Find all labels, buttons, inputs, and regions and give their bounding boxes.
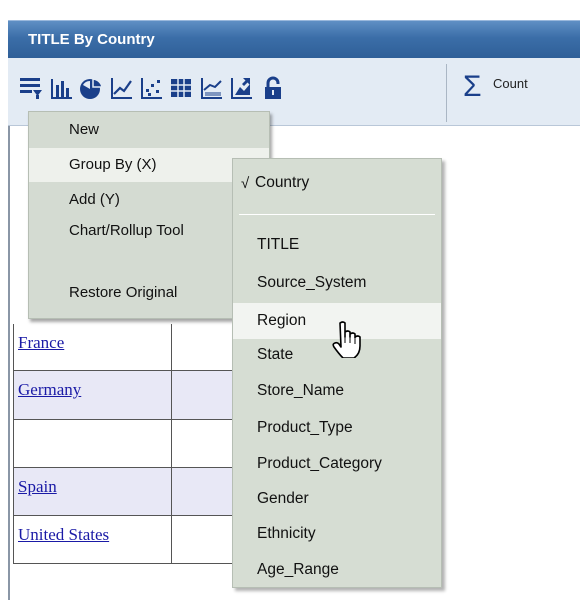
row-link-united-states[interactable]: United States [18,525,109,545]
table-row: United States [13,516,258,564]
scatter-chart-icon[interactable] [138,74,164,102]
submenu-item-product-category[interactable]: Product_Category [233,454,441,474]
hand-cursor-icon [330,320,364,363]
window-titlebar: TITLE By Country [8,20,580,58]
lock-icon[interactable] [260,74,286,102]
submenu-item-store-name[interactable]: Store_Name [233,381,441,401]
table-row [13,420,258,468]
area-chart-icon[interactable] [198,74,224,102]
toolbar-separator [446,64,447,122]
export-icon[interactable] [228,74,254,102]
pie-chart-icon[interactable] [78,74,104,102]
submenu-item-country[interactable]: Country [255,174,309,192]
menu-divider [239,214,435,215]
check-icon: √ [241,175,250,192]
submenu-item-title[interactable]: TITLE [233,235,441,255]
submenu-item-product-type[interactable]: Product_Type [233,418,441,438]
line-chart-icon[interactable] [108,74,134,102]
submenu-item-ethnicity[interactable]: Ethnicity [233,524,441,544]
row-link-germany[interactable]: Germany [18,380,81,400]
table-row: Germany [13,371,258,420]
panel-border [8,126,10,600]
filter-list-icon[interactable] [18,74,44,102]
menu-item-chart-rollup-tool[interactable]: Chart/Rollup Tool [29,222,229,240]
bar-chart-icon[interactable] [48,74,74,102]
table-row: France [13,324,258,371]
submenu-item-source-system[interactable]: Source_System [233,273,441,293]
sigma-icon: Σ [463,70,482,103]
group-by-submenu: √ Country TITLE Source_System Region Sta… [232,158,442,588]
window-title: TITLE By Country [28,31,155,48]
menu-item-new[interactable]: New [29,121,269,139]
table-row: Spain [13,468,258,516]
row-link-france[interactable]: France [18,333,64,353]
row-link-spain[interactable]: Spain [18,477,57,497]
grid-table-icon[interactable] [168,74,194,102]
count-label: Count [493,76,528,91]
submenu-item-gender[interactable]: Gender [233,489,441,509]
submenu-item-age-range[interactable]: Age_Range [233,560,441,580]
